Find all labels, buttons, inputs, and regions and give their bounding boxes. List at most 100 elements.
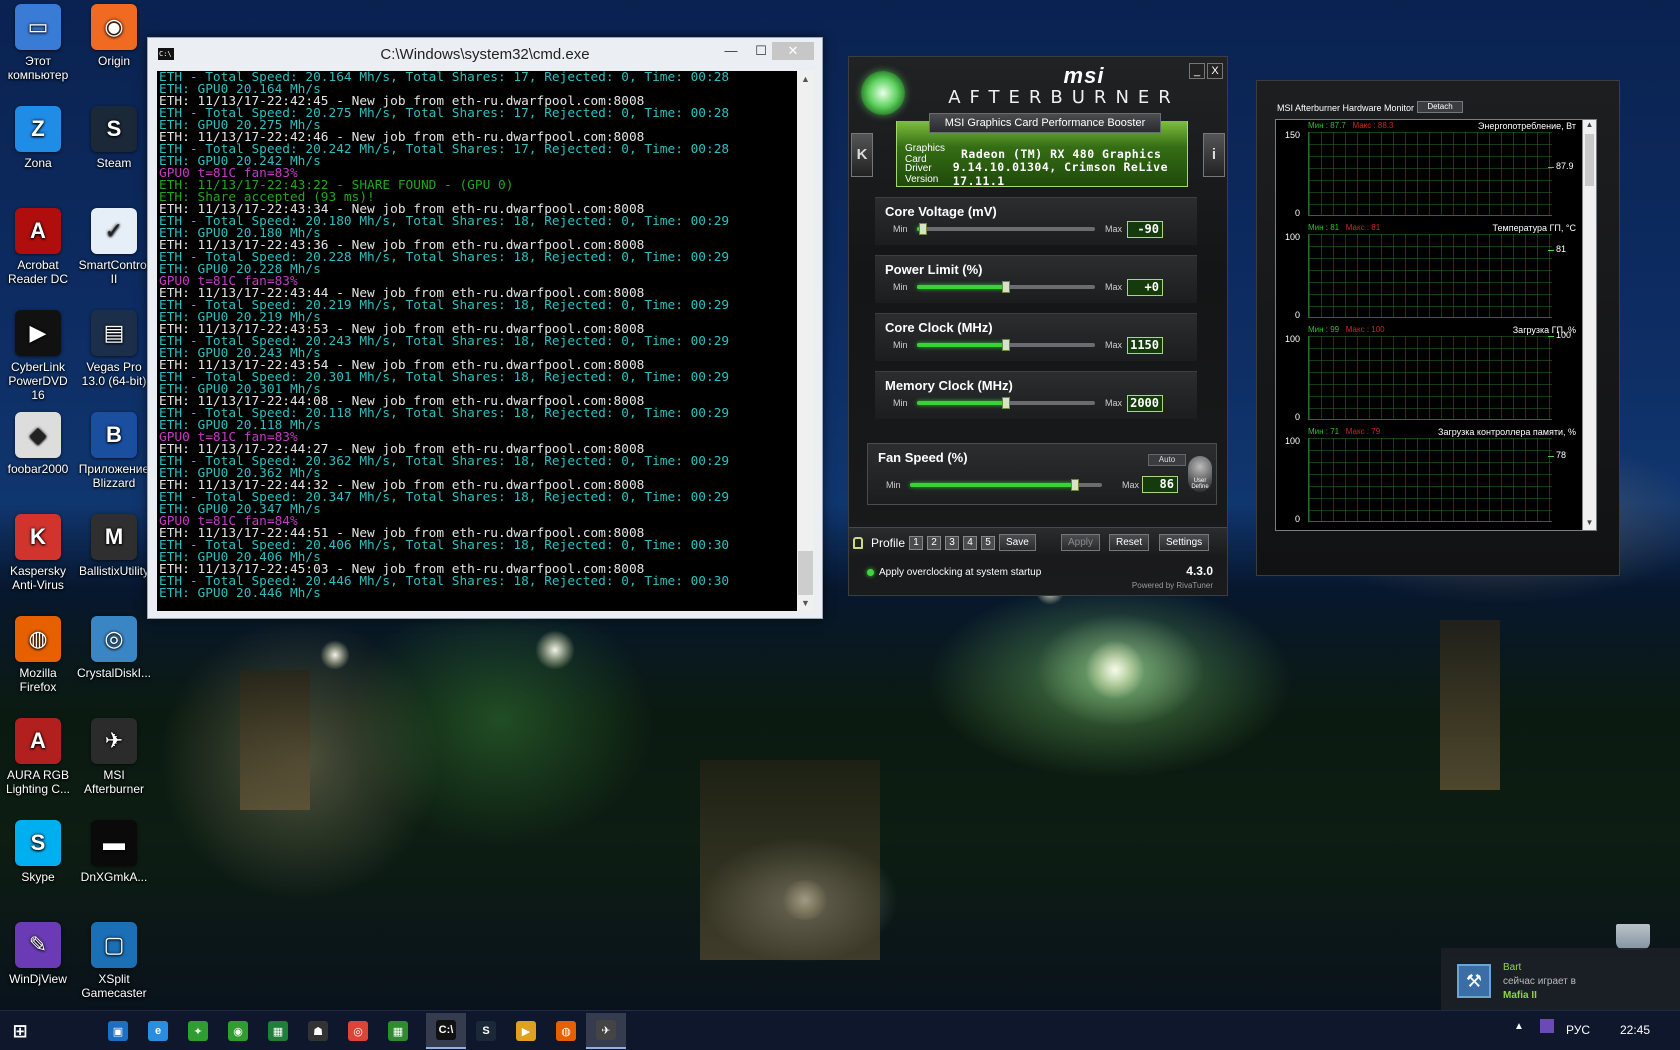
desktop-icon[interactable]: ◆ foobar2000 xyxy=(0,408,76,476)
slider-memory-clock-mhz[interactable]: Memory Clock (MHz) Min Max 2000 xyxy=(875,371,1197,419)
taskbar-cmd-button[interactable]: C:\ xyxy=(426,1013,466,1049)
desktop-icon[interactable]: S Skype xyxy=(0,816,76,884)
taskbar-razer-button[interactable]: ✦ xyxy=(178,1013,218,1049)
console-output[interactable]: ETH - Total Speed: 20.164 Mh/s, Total Sh… xyxy=(157,71,797,611)
slider-value[interactable]: 1150 xyxy=(1127,337,1163,354)
monitor-scrollbar[interactable]: ▲ ▼ xyxy=(1582,120,1596,530)
slider-track[interactable] xyxy=(917,223,1095,235)
settings-button[interactable]: Settings xyxy=(1159,534,1210,551)
desktop-icon[interactable]: K Kaspersky Anti-Virus xyxy=(0,510,76,592)
desktop-icon[interactable]: S Steam xyxy=(76,102,152,170)
profile-slot-1[interactable]: 1 xyxy=(909,536,923,550)
desktop-icon[interactable]: ◉ Origin xyxy=(76,0,152,68)
taskbar-firefox-taskbar-button[interactable]: ◍ xyxy=(546,1013,586,1049)
cmd-window[interactable]: C:\ C:\Windows\system32\cmd.exe — ☐ ✕ ET… xyxy=(147,37,823,619)
tray-app-icon[interactable] xyxy=(1540,1019,1554,1033)
graph-grid xyxy=(1308,438,1552,522)
desktop-icon-label: Vegas Pro 13.0 (64-bit) xyxy=(81,360,147,388)
taskbar-calculator-button[interactable]: ▦ xyxy=(378,1013,418,1049)
k-button[interactable]: K xyxy=(851,133,873,177)
taskbar-media-player-button[interactable]: ▶ xyxy=(506,1013,546,1049)
ab-close-button[interactable]: X xyxy=(1207,63,1223,79)
save-button[interactable]: Save xyxy=(999,534,1036,551)
slider-value[interactable]: +0 xyxy=(1127,279,1163,296)
clock[interactable]: 22:45 xyxy=(1620,1023,1650,1037)
fan-speed-slider[interactable]: Fan Speed (%) Auto User Define Min Max 8… xyxy=(867,443,1217,505)
slider-core-voltage-mv[interactable]: Core Voltage (mV) Min Max -90 xyxy=(875,197,1197,245)
taskbar-afterburner-taskbar-button[interactable]: ✈ xyxy=(586,1013,626,1049)
slider-track[interactable] xyxy=(917,281,1095,293)
user-define-icon[interactable]: User Define xyxy=(1188,456,1212,492)
desktop-icon[interactable]: Z Zona xyxy=(0,102,76,170)
close-button[interactable]: ✕ xyxy=(772,42,814,60)
slider-value[interactable]: -90 xyxy=(1127,221,1163,238)
desktop-icon[interactable]: ▬ DnXGmkA... xyxy=(76,816,152,884)
taskbar-chrome-button[interactable]: ◎ xyxy=(338,1013,378,1049)
scroll-down-icon[interactable]: ▼ xyxy=(1583,518,1596,530)
slider-knob[interactable] xyxy=(1002,281,1010,293)
desktop-icon[interactable]: ◍ Mozilla Firefox xyxy=(0,612,76,694)
fan-auto-button[interactable]: Auto xyxy=(1148,454,1186,466)
ab-minimize-button[interactable]: _ xyxy=(1189,63,1205,79)
desktop-icon[interactable]: ✈ MSI Afterburner xyxy=(76,714,152,796)
desktop-icon[interactable]: M BallistixUtility xyxy=(76,510,152,578)
slider-track[interactable] xyxy=(917,397,1095,409)
taskbar-xbox-button[interactable]: ◉ xyxy=(218,1013,258,1049)
fan-track[interactable] xyxy=(910,479,1102,491)
taskbar-store-button[interactable]: ▦ xyxy=(258,1013,298,1049)
desktop-icon[interactable]: A AURA RGB Lighting C... xyxy=(0,714,76,796)
desktop-icon[interactable]: ▤ Vegas Pro 13.0 (64-bit) xyxy=(76,306,152,388)
slider-power-limit[interactable]: Power Limit (%) Min Max +0 xyxy=(875,255,1197,303)
taskbar-game-button[interactable]: ☗ xyxy=(298,1013,338,1049)
slider-knob[interactable] xyxy=(919,223,927,235)
desktop-icon[interactable]: ▶ CyberLink PowerDVD 16 xyxy=(0,306,76,402)
hardware-monitor-window[interactable]: MSI Afterburner Hardware Monitor Detach … xyxy=(1256,80,1620,576)
wallpaper-light xyxy=(1085,640,1145,700)
desktop-icon[interactable]: ▢ XSplit Gamecaster xyxy=(76,918,152,1000)
minimize-button[interactable]: — xyxy=(718,42,744,60)
fan-value[interactable]: 86 xyxy=(1142,476,1178,493)
apply-button[interactable]: Apply xyxy=(1061,534,1101,551)
tray-expand-icon[interactable]: ▲ xyxy=(1514,1021,1524,1032)
scroll-down-icon[interactable]: ▼ xyxy=(797,595,814,611)
slider-knob[interactable] xyxy=(1002,339,1010,351)
console-scrollbar[interactable]: ▲ ▼ xyxy=(797,71,814,611)
smartcontrol-icon: ✓ xyxy=(91,208,137,254)
afterburner-window[interactable]: msi AFTERBURNER _ X Graphics Card Radeon… xyxy=(848,56,1228,596)
slider-value[interactable]: 2000 xyxy=(1127,395,1163,412)
language-indicator[interactable]: РУС xyxy=(1566,1023,1590,1037)
slider-core-clock-mhz[interactable]: Core Clock (MHz) Min Max 1150 xyxy=(875,313,1197,361)
info-button[interactable]: i xyxy=(1203,133,1225,177)
profile-slot-5[interactable]: 5 xyxy=(981,536,995,550)
profile-slot-3[interactable]: 3 xyxy=(945,536,959,550)
reset-button[interactable]: Reset xyxy=(1109,534,1150,551)
monitor-graphs[interactable]: Мин : 87.7 Макс : 88.3 Энергопотребление,… xyxy=(1275,119,1597,531)
profile-slot-2[interactable]: 2 xyxy=(927,536,941,550)
recycle-bin-icon[interactable] xyxy=(1616,924,1650,950)
taskbar-ie-icon-alt-button[interactable]: ▣ xyxy=(98,1013,138,1049)
profile-slot-4[interactable]: 4 xyxy=(963,536,977,550)
lock-icon[interactable] xyxy=(853,537,863,549)
fan-knob[interactable] xyxy=(1071,479,1079,491)
scrollbar-thumb[interactable] xyxy=(1585,134,1594,186)
desktop-icon[interactable]: A Acrobat Reader DC xyxy=(0,204,76,286)
desktop-icon[interactable]: B Приложение Blizzard xyxy=(76,408,152,490)
cmd-titlebar[interactable]: C:\ C:\Windows\system32\cmd.exe — ☐ ✕ xyxy=(148,38,822,72)
scroll-up-icon[interactable]: ▲ xyxy=(1583,120,1596,132)
scroll-up-icon[interactable]: ▲ xyxy=(797,71,814,87)
taskbar-windows-start-button[interactable]: ⊞ xyxy=(0,1013,40,1049)
startup-indicator-icon[interactable] xyxy=(867,569,874,576)
graph-current-tick xyxy=(1548,167,1554,168)
taskbar-ie-button[interactable]: e xyxy=(138,1013,178,1049)
desktop-icon[interactable]: ✎ WinDjView xyxy=(0,918,76,986)
slider-knob[interactable] xyxy=(1002,397,1010,409)
desktop-icon[interactable]: ✓ SmartControl II xyxy=(76,204,152,286)
scrollbar-thumb[interactable] xyxy=(798,551,813,595)
maximize-button[interactable]: ☐ xyxy=(748,42,774,60)
desktop-icon[interactable]: ◎ CrystalDiskI... xyxy=(76,612,152,680)
steam-notification[interactable]: ⚒ Bart сейчас играет в Mafia II xyxy=(1441,948,1680,1010)
detach-button[interactable]: Detach xyxy=(1417,101,1463,113)
taskbar-steam-taskbar-button[interactable]: S xyxy=(466,1013,506,1049)
desktop-icon[interactable]: ▭ Этот компьютер xyxy=(0,0,76,82)
slider-track[interactable] xyxy=(917,339,1095,351)
